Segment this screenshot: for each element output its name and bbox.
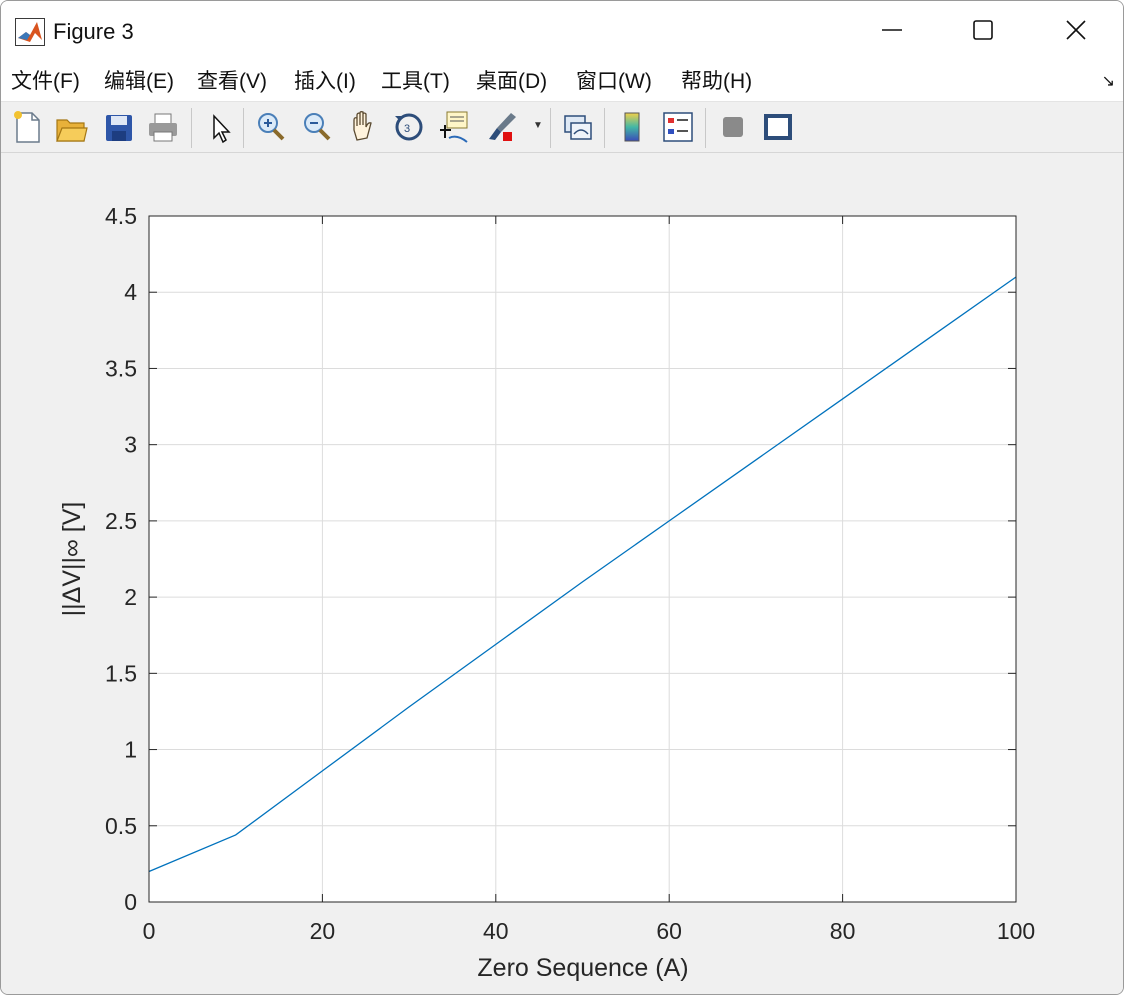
axes-area[interactable] (149, 216, 1016, 902)
menu-window[interactable]: 窗口(W) (576, 65, 652, 95)
maximize-button[interactable] (937, 1, 1029, 59)
line-chart[interactable]: 0 20 40 60 80 100 0 0.5 1 1.5 2 2.5 3 3.5 4 4.5 Zero Se… (1, 153, 1123, 994)
menu-bar: 文件(F) 编辑(E) 查看(V) 插入(I) 工具(T) 桌面(D) 窗口(W… (1, 59, 1123, 102)
toolbar-separator (243, 108, 244, 148)
y-tick-label: 3.5 (105, 355, 137, 381)
print-icon[interactable] (145, 108, 181, 146)
x-tick-label: 60 (656, 918, 682, 944)
pointer-icon[interactable] (204, 108, 240, 146)
toolbar-separator (604, 108, 605, 148)
pan-icon[interactable] (345, 108, 381, 146)
x-tick-label: 80 (830, 918, 856, 944)
hide-plot-tools-icon[interactable] (715, 108, 751, 146)
y-tick-label: 2.5 (105, 508, 137, 534)
menu-help[interactable]: 帮助(H) (681, 65, 752, 95)
y-tick-label: 1.5 (105, 660, 137, 686)
y-tick-label: 2 (124, 584, 137, 610)
menu-file[interactable]: 文件(F) (11, 65, 80, 95)
rotate-3d-icon[interactable]: 3 (391, 108, 427, 146)
svg-text:3: 3 (404, 123, 410, 135)
window-title: Figure 3 (53, 19, 134, 44)
data-cursor-icon[interactable] (437, 108, 473, 146)
figure-window: Figure 3 文件(F) 编辑(E) 查看(V) 插入(I) 工具(T) 桌… (0, 0, 1124, 995)
new-file-icon[interactable] (9, 108, 45, 146)
menu-desktop[interactable]: 桌面(D) (476, 65, 547, 95)
y-tick-label: 3 (124, 432, 137, 458)
dock-arrow-icon[interactable]: ↘ (1102, 71, 1115, 91)
y-tick-label: 0.5 (105, 813, 137, 839)
title-bar[interactable]: Figure 3 (1, 1, 1123, 59)
y-tick-label: 1 (124, 737, 137, 763)
y-tick-label: 4.5 (105, 203, 137, 229)
figure-canvas: 0 20 40 60 80 100 0 0.5 1 1.5 2 2.5 3 3.5 4 4.5 Zero Se… (1, 153, 1123, 994)
minimize-button[interactable] (846, 1, 938, 59)
menu-tools[interactable]: 工具(T) (381, 65, 450, 95)
toolbar-separator (550, 108, 551, 148)
minimize-icon (882, 29, 902, 31)
y-tick-label: 4 (124, 279, 137, 305)
legend-icon[interactable] (660, 108, 696, 146)
colorbar-icon[interactable] (615, 108, 651, 146)
zoom-in-icon[interactable] (253, 108, 289, 146)
close-icon (1066, 20, 1086, 40)
toolbar-separator (705, 108, 706, 148)
toolbar-separator (191, 108, 192, 148)
close-button[interactable] (1030, 1, 1122, 59)
menu-view[interactable]: 查看(V) (197, 65, 267, 95)
x-tick-label: 40 (483, 918, 509, 944)
zoom-out-icon[interactable] (299, 108, 335, 146)
y-tick-label: 0 (124, 889, 137, 915)
brush-dropdown-icon[interactable]: ▼ (533, 120, 543, 131)
brush-icon[interactable] (485, 108, 521, 146)
x-tick-label: 100 (997, 918, 1035, 944)
maximize-icon (973, 20, 993, 40)
y-axis-label: ||ΔV||∞ [V] (58, 502, 86, 617)
x-tick-label: 0 (143, 918, 156, 944)
link-plot-icon[interactable] (560, 108, 596, 146)
menu-insert[interactable]: 插入(I) (294, 65, 356, 95)
x-axis-label: Zero Sequence (A) (477, 954, 688, 982)
menu-edit[interactable]: 编辑(E) (104, 65, 174, 95)
matlab-logo-icon (15, 18, 45, 46)
open-folder-icon[interactable] (53, 108, 89, 146)
x-tick-label: 20 (310, 918, 336, 944)
show-plot-tools-icon[interactable] (760, 108, 796, 146)
save-icon[interactable] (101, 108, 137, 146)
toolbar: 3 ▼ (1, 102, 1123, 153)
